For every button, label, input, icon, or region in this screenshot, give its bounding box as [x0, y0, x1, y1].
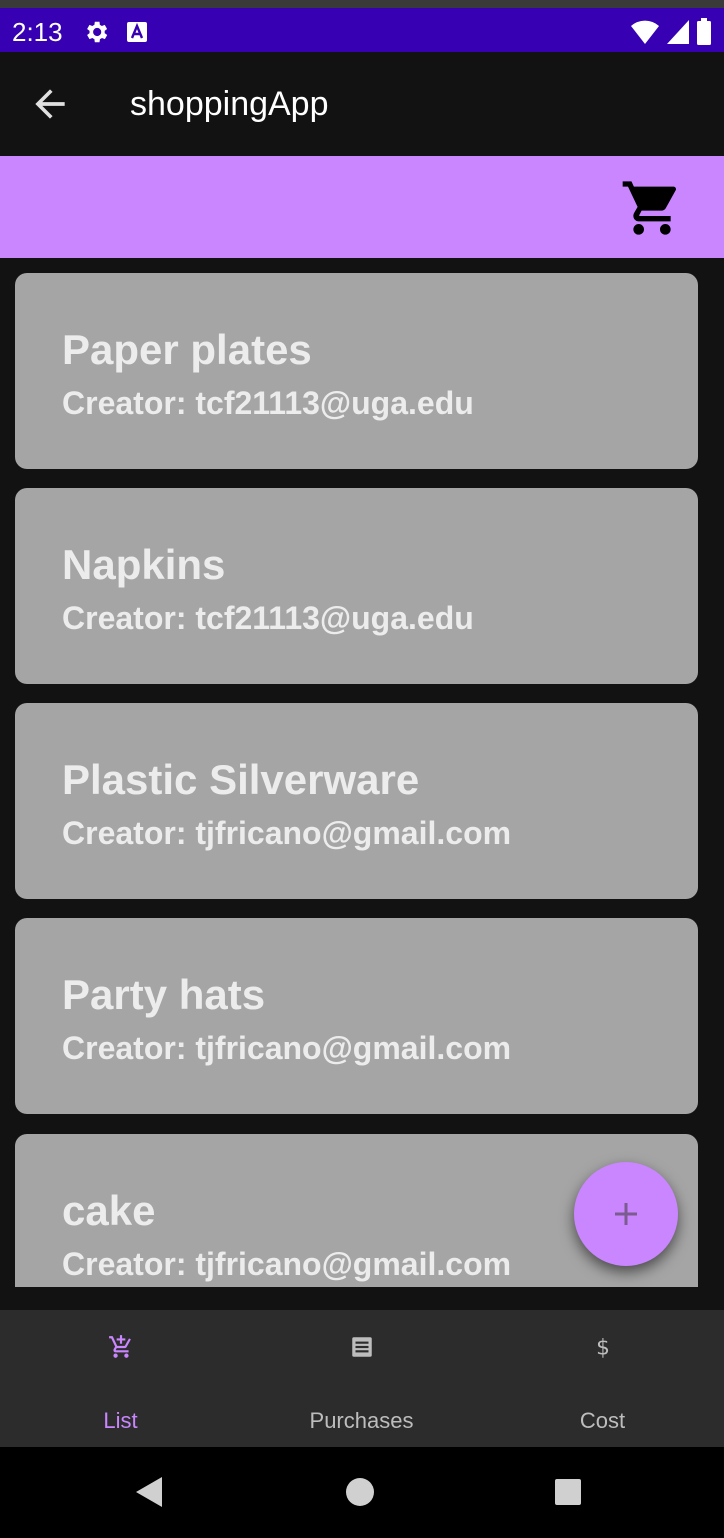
list-item[interactable]: Napkins Creator: tcf21113@uga.edu — [15, 488, 698, 684]
item-name: Party hats — [62, 971, 266, 1018]
item-name: Paper plates — [62, 326, 312, 373]
list-item[interactable]: Plastic Silverware Creator: tjfricano@gm… — [15, 703, 698, 899]
nav-tab-cost[interactable]: $ Cost — [482, 1310, 723, 1447]
nav-tab-list[interactable]: List — [0, 1310, 241, 1447]
system-back-icon[interactable] — [134, 1475, 166, 1509]
item-creator: Creator: tjfricano@gmail.com — [62, 815, 512, 851]
add-item-button[interactable] — [574, 1162, 678, 1266]
battery-icon — [697, 18, 711, 45]
add-shopping-cart-icon — [108, 1335, 131, 1358]
shopping-list[interactable]: Paper plates Creator: tcf21113@uga.edu N… — [0, 258, 724, 1287]
item-creator: Creator: tjfricano@gmail.com — [62, 1246, 512, 1282]
item-name: Napkins — [62, 541, 226, 588]
nav-tab-purchases[interactable]: Purchases — [241, 1310, 482, 1447]
app-title: shoppingApp — [130, 85, 329, 123]
system-recents-icon[interactable] — [554, 1478, 582, 1506]
settings-gear-icon — [87, 21, 108, 43]
status-bar: 2:13 — [0, 0, 724, 52]
status-indicators — [630, 17, 712, 47]
cart-toolbar — [0, 156, 724, 258]
plus-icon — [615, 1203, 637, 1225]
nav-label: Cost — [579, 1408, 626, 1433]
item-name: Plastic Silverware — [62, 756, 420, 803]
list-item[interactable]: Party hats Creator: tjfricano@gmail.com — [15, 918, 698, 1114]
wifi-icon — [631, 20, 659, 44]
item-creator: Creator: tcf21113@uga.edu — [62, 385, 474, 421]
status-time: 2:13 — [12, 17, 63, 47]
bottom-navigation: List Purchases $ Cost — [0, 1310, 724, 1447]
dollar-icon: $ — [596, 1336, 610, 1360]
app-bar: shoppingApp — [0, 52, 724, 156]
arrow-back-icon[interactable] — [28, 82, 72, 126]
cell-signal-icon — [667, 20, 689, 44]
receipt-icon — [351, 1337, 372, 1357]
system-navigation-bar — [0, 1447, 724, 1538]
system-home-icon[interactable] — [345, 1477, 375, 1507]
list-item[interactable]: Paper plates Creator: tcf21113@uga.edu — [15, 273, 698, 469]
nav-label: Purchases — [309, 1408, 414, 1433]
item-name: cake — [62, 1187, 156, 1234]
svg-text:$: $ — [596, 1336, 610, 1360]
item-creator: Creator: tcf21113@uga.edu — [62, 600, 474, 636]
accessibility-a-icon — [127, 22, 147, 42]
screen: 2:13 shoppingApp Paper plates Creator: t… — [0, 0, 724, 1538]
nav-label: List — [103, 1408, 138, 1433]
item-creator: Creator: tjfricano@gmail.com — [62, 1030, 512, 1066]
shopping-cart-icon[interactable] — [620, 176, 684, 240]
